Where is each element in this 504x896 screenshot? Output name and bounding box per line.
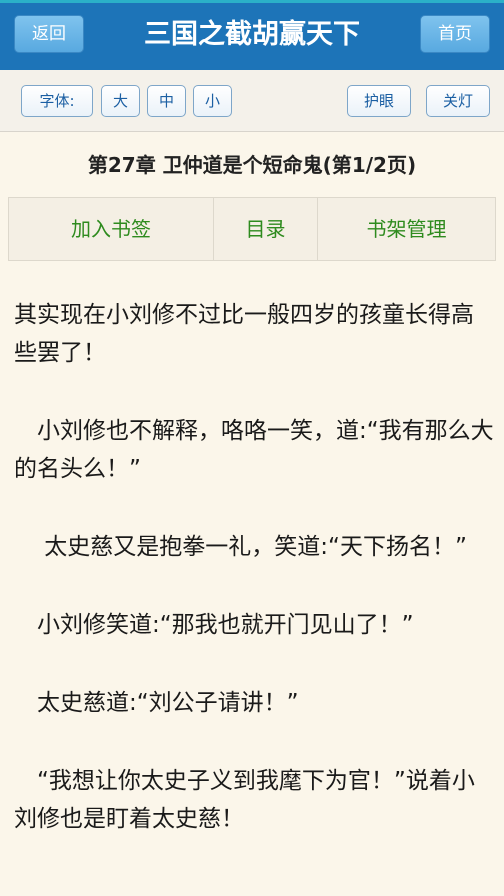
chapter-nav-row: 加入书签 目录 书架管理	[8, 197, 496, 261]
book-title: 三国之截胡赢天下	[144, 19, 360, 50]
content-paragraph: 小刘修笑道:“那我也就开门见山了！”	[14, 612, 414, 638]
bookshelf-manage-link[interactable]: 书架管理	[318, 198, 495, 260]
lights-off-button[interactable]: 关灯	[426, 85, 490, 117]
content-paragraph: “我想让你太史子义到我麾下为官！”说着小刘修也是盯着太史慈！	[14, 768, 475, 832]
font-size-label: 字体:	[21, 85, 93, 117]
font-small-button[interactable]: 小	[193, 85, 232, 117]
chapter-content: 其实现在小刘修不过比一般四岁的孩童长得高些罢了！ 小刘修也不解释，咯咯一笑，道:…	[14, 296, 494, 878]
top-navigation-bar: 返回 三国之截胡赢天下 首页	[0, 0, 504, 70]
chapter-title: 第27章 卫仲道是个短命鬼(第1/2页)	[87, 153, 417, 177]
eye-care-button[interactable]: 护眼	[347, 85, 411, 117]
table-of-contents-link[interactable]: 目录	[214, 198, 318, 260]
home-button[interactable]: 首页	[420, 15, 490, 53]
add-bookmark-link[interactable]: 加入书签	[9, 198, 214, 260]
content-paragraph: 太史慈又是抱拳一礼，笑道:“天下扬名！”	[14, 534, 467, 560]
font-large-button[interactable]: 大	[101, 85, 140, 117]
font-medium-button[interactable]: 中	[147, 85, 186, 117]
back-button[interactable]: 返回	[14, 15, 84, 53]
content-paragraph: 其实现在小刘修不过比一般四岁的孩童长得高些罢了！	[14, 302, 474, 366]
reading-toolbar: 字体: 大 中 小 护眼 关灯	[0, 70, 504, 132]
content-paragraph: 小刘修也不解释，咯咯一笑，道:“我有那么大的名头么！”	[14, 418, 494, 482]
content-paragraph: 太史慈道:“刘公子请讲！”	[14, 690, 299, 716]
